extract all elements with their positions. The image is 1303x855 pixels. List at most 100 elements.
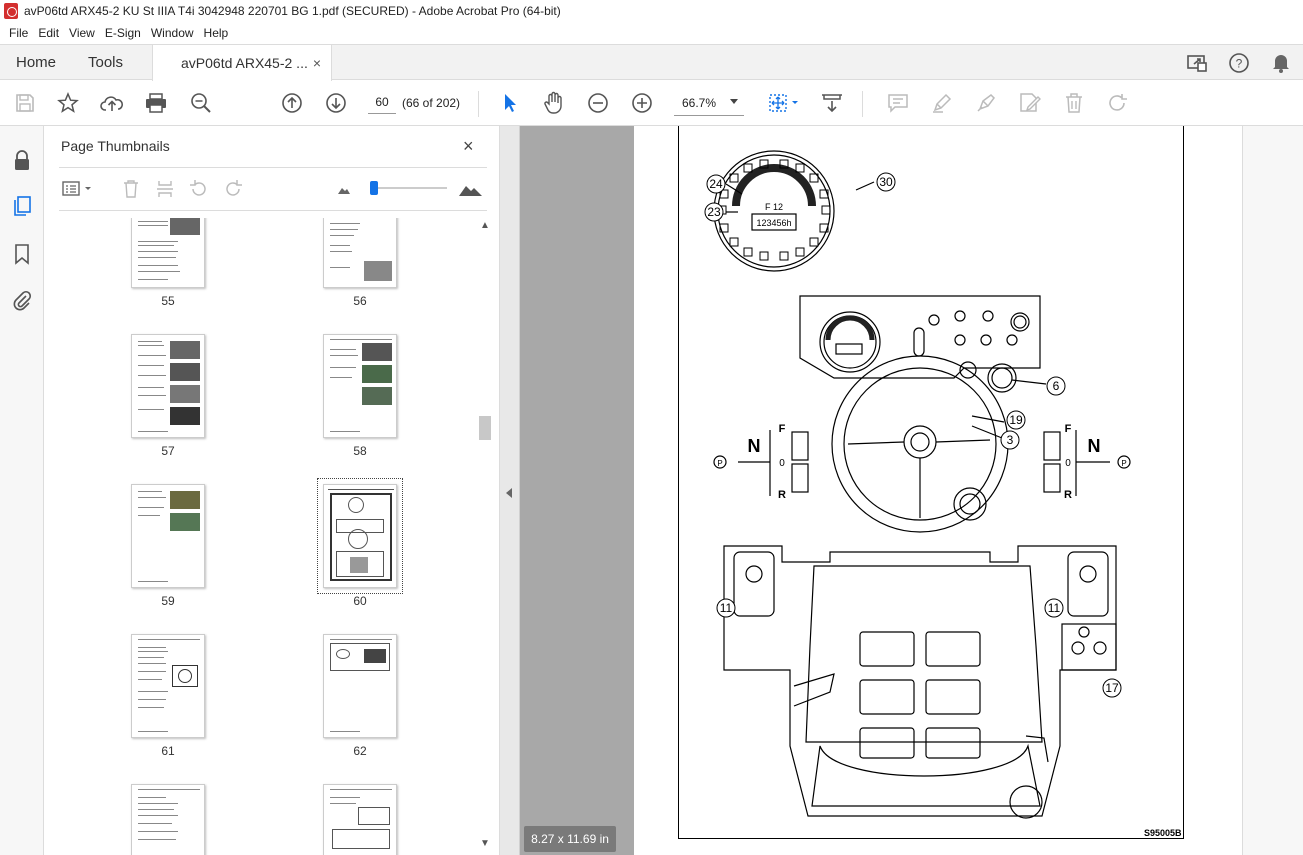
callout-label: 23	[707, 205, 721, 219]
hand-tool-icon[interactable]	[542, 91, 566, 115]
menu-esign[interactable]: E-Sign	[100, 26, 146, 40]
scroll-down-icon[interactable]: ▼	[479, 838, 491, 849]
zoom-level-dropdown[interactable]: 66.7%	[674, 90, 744, 116]
thumbnail-page-label: 58	[353, 444, 367, 458]
thumbnail-page[interactable]	[131, 634, 205, 738]
gear-label-zero: 0	[779, 458, 785, 469]
tab-document[interactable]: avP06td ARX45-2 ... ×	[152, 45, 332, 81]
gear-label-park: P	[717, 459, 722, 468]
attachments-paperclip-icon[interactable]	[10, 288, 34, 312]
edit-pdf-icon[interactable]	[1018, 91, 1042, 115]
notifications-bell-icon[interactable]	[1269, 51, 1293, 75]
page-size-indicator: 8.27 x 11.69 in	[524, 826, 616, 852]
menu-window[interactable]: Window	[146, 26, 199, 40]
menu-file[interactable]: File	[4, 26, 33, 40]
bookmarks-icon[interactable]	[10, 242, 34, 266]
thumbnail-scrollbar[interactable]	[477, 218, 491, 855]
acrobat-app-icon	[4, 3, 18, 19]
gear-label-zero: 0	[1065, 458, 1071, 469]
thumbnail-page[interactable]	[323, 334, 397, 438]
thumbnail-page-label: 62	[353, 744, 367, 758]
scroll-mode-icon[interactable]	[820, 91, 844, 115]
fit-page-icon[interactable]	[766, 91, 802, 115]
redo-icon[interactable]	[1106, 91, 1130, 115]
print-icon[interactable]	[144, 91, 168, 115]
help-icon[interactable]: ?	[1227, 51, 1251, 75]
thumbnail-page-selected[interactable]	[323, 484, 397, 588]
upload-cloud-icon[interactable]	[100, 91, 124, 115]
panel-title: Page Thumbnails	[61, 138, 170, 154]
callout-label: 11	[720, 601, 733, 615]
close-panel-icon[interactable]: ×	[463, 136, 474, 157]
larger-thumbnails-icon[interactable]	[457, 178, 485, 200]
chevron-down-icon	[730, 99, 738, 104]
callout-label: 17	[1105, 681, 1119, 695]
thumbnail-page[interactable]	[131, 334, 205, 438]
thumbnail-page-label: 56	[353, 294, 367, 308]
thumbnail-scrollbar-handle[interactable]	[479, 416, 491, 440]
thumbnail-page[interactable]	[131, 784, 205, 855]
zoom-search-icon[interactable]	[189, 91, 213, 115]
thumbnail-page[interactable]	[323, 784, 397, 855]
panel-divider	[59, 210, 487, 211]
gear-label-neutral: N	[748, 436, 761, 456]
previous-page-icon[interactable]	[280, 91, 304, 115]
save-icon[interactable]	[13, 91, 37, 115]
callout-label: 19	[1009, 413, 1023, 427]
callout-label: 3	[1007, 433, 1014, 447]
extract-pages-icon[interactable]	[154, 178, 176, 200]
share-screen-icon[interactable]	[1185, 51, 1209, 75]
delete-trash-icon[interactable]	[1062, 91, 1086, 115]
thumbnail-page[interactable]	[131, 484, 205, 588]
security-lock-icon[interactable]	[10, 148, 34, 172]
rotate-clockwise-icon[interactable]	[222, 178, 244, 200]
panel-collapse-handle[interactable]	[500, 126, 520, 855]
thumbnail-page[interactable]	[323, 218, 397, 288]
select-cursor-icon[interactable]	[498, 91, 522, 115]
window-title: avP06td ARX45-2 KU St IIIA T4i 3042948 2…	[24, 4, 561, 18]
gear-label-reverse: R	[1064, 489, 1072, 501]
page-thumbnails-icon[interactable]	[10, 194, 34, 218]
zoom-in-icon[interactable]	[630, 91, 654, 115]
comment-icon[interactable]	[886, 91, 910, 115]
right-tools-pane	[1242, 126, 1303, 855]
toolbar-divider	[862, 91, 863, 117]
next-page-icon[interactable]	[324, 91, 348, 115]
scroll-up-icon[interactable]: ▲	[479, 220, 491, 231]
thumbnail-page[interactable]	[131, 218, 205, 288]
tab-home[interactable]: Home	[16, 45, 56, 80]
menu-edit[interactable]: Edit	[33, 26, 64, 40]
highlight-pen-icon[interactable]	[930, 91, 954, 115]
tab-bar: Home Tools avP06td ARX45-2 ... × ?	[0, 44, 1303, 81]
bookmark-star-icon[interactable]	[56, 91, 80, 115]
close-tab-icon[interactable]: ×	[313, 55, 321, 71]
gear-label-reverse: R	[778, 489, 786, 501]
thumbnail-page-label: 60	[353, 594, 367, 608]
toolbar-divider	[478, 91, 479, 117]
thumbnail-size-slider-handle[interactable]	[370, 181, 378, 195]
page-number-input[interactable]: 60	[368, 90, 396, 114]
menu-help[interactable]: Help	[199, 26, 234, 40]
rotate-counterclockwise-icon[interactable]	[188, 178, 210, 200]
delete-pages-icon[interactable]	[120, 178, 142, 200]
document-viewport[interactable]: 24 30 23 6 19 3 11 11 17 F N 0 R P F N 0…	[520, 126, 1242, 855]
callout-label: 24	[709, 177, 723, 191]
gear-label-forward: F	[779, 423, 786, 435]
thumbnail-page[interactable]	[323, 634, 397, 738]
callout-label: 6	[1053, 379, 1060, 393]
zoom-out-icon[interactable]	[586, 91, 610, 115]
title-bar: avP06td ARX45-2 KU St IIIA T4i 3042948 2…	[0, 0, 1303, 22]
thumbnail-options-menu-icon[interactable]	[61, 178, 95, 200]
collapse-arrow-icon	[506, 488, 512, 498]
dashboard-diagram: 24 30 23 6 19 3 11 11 17 F N 0 R P F N 0…	[704, 150, 1131, 819]
smaller-thumbnails-icon[interactable]	[333, 178, 355, 200]
svg-text:?: ?	[1236, 57, 1243, 71]
gear-label-park: P	[1121, 459, 1126, 468]
menu-bar: File Edit View E-Sign Window Help	[0, 22, 1303, 44]
draw-pen-icon[interactable]	[974, 91, 998, 115]
tab-tools[interactable]: Tools	[88, 45, 123, 80]
menu-view[interactable]: View	[64, 26, 100, 40]
callout-label: 11	[1048, 601, 1061, 615]
pdf-page: 24 30 23 6 19 3 11 11 17 F N 0 R P F N 0…	[634, 126, 1242, 855]
thumbnail-size-slider-track[interactable]	[373, 187, 447, 189]
